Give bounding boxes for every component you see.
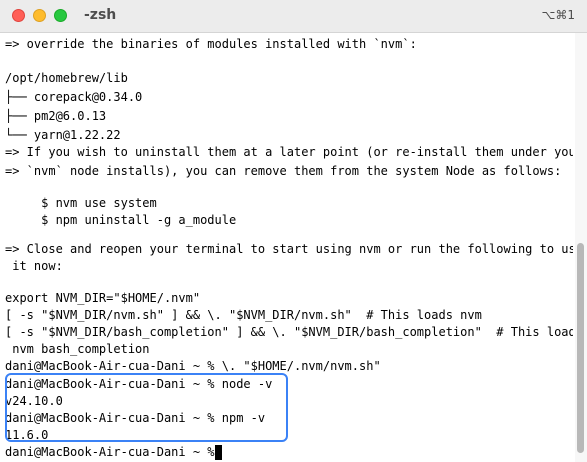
terminal-line: $ npm uninstall -g a_module: [5, 213, 237, 227]
terminal-line: /opt/homebrew/lib: [5, 71, 128, 85]
terminal-prompt[interactable]: dani@MacBook-Air-cua-Dani ~ %: [5, 443, 222, 462]
terminal-line: => If you wish to uninstall them at a la…: [5, 145, 573, 159]
text-cursor: [215, 445, 222, 460]
terminal-window: -zsh ⌥⌘1 => override the binaries of mod…: [0, 0, 587, 462]
terminal-line: => override the binaries of modules inst…: [5, 37, 417, 51]
highlight-box: [5, 373, 288, 442]
terminal-output[interactable]: => override the binaries of modules inst…: [5, 33, 573, 462]
title-bar[interactable]: -zsh ⌥⌘1: [0, 0, 587, 33]
scrollbar-thumb[interactable]: [577, 243, 584, 453]
minimize-window-button[interactable]: [33, 9, 46, 22]
terminal-line: => `nvm` node installs), you can remove …: [5, 164, 562, 178]
terminal-line: ├── corepack@0.34.0: [5, 90, 143, 104]
maximize-window-button[interactable]: [54, 9, 67, 22]
terminal-line: it now:: [5, 259, 63, 273]
window-title: -zsh: [84, 7, 117, 23]
window-shortcut: ⌥⌘1: [541, 8, 575, 22]
terminal-line: => Close and reopen your terminal to sta…: [5, 242, 573, 256]
terminal-line: ├── pm2@6.0.13: [5, 109, 107, 123]
close-window-button[interactable]: [12, 9, 25, 22]
